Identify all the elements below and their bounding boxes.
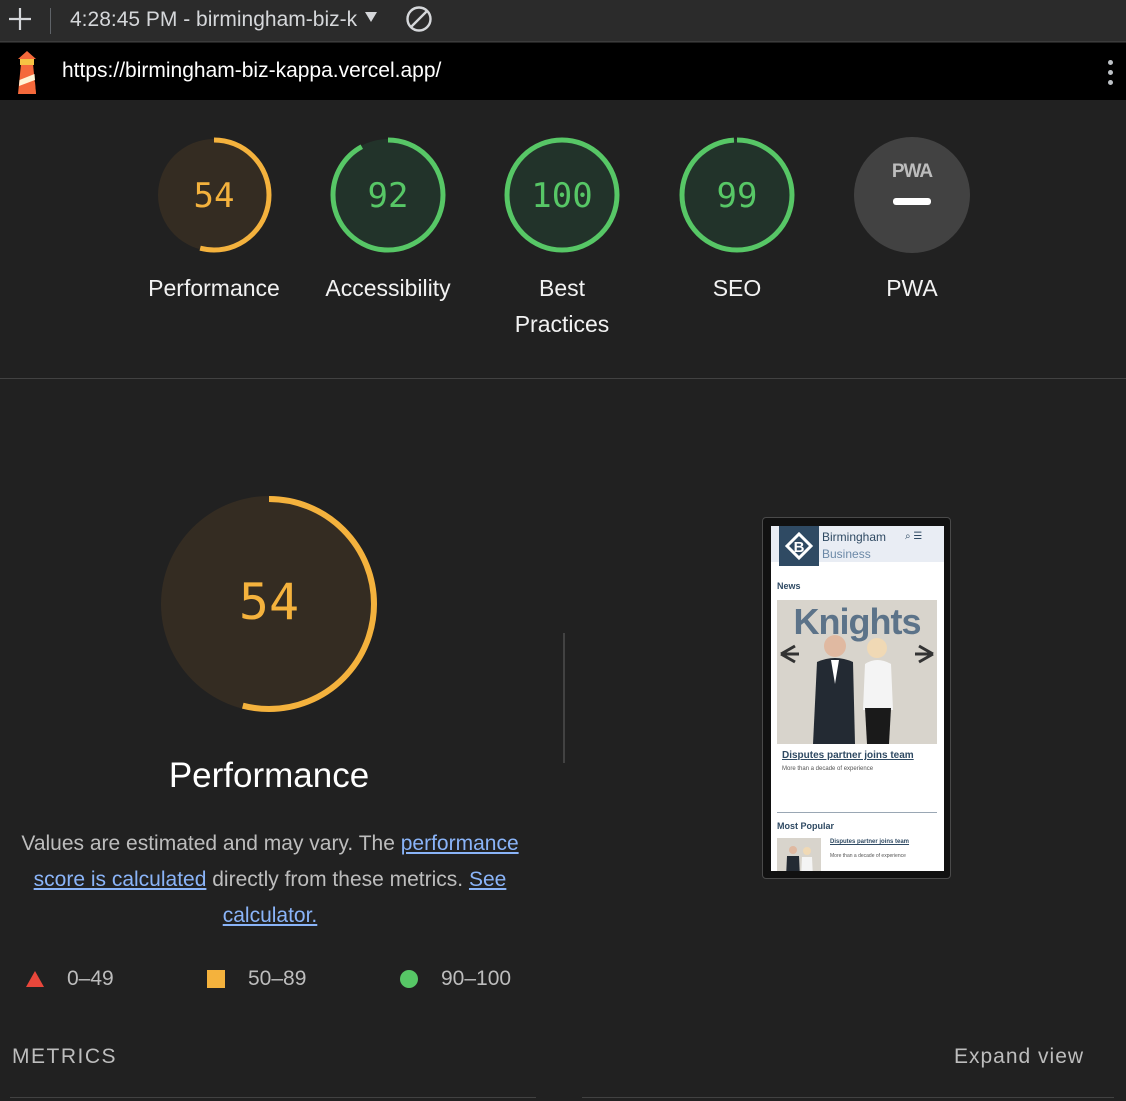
gauge-performance-ring: 54	[156, 137, 272, 253]
caret-down-icon[interactable]	[364, 10, 378, 24]
lighthouse-logo-icon	[18, 51, 36, 94]
gauge-label: Accessibility	[325, 275, 451, 301]
news-photo: Knights	[777, 600, 937, 744]
site-logo-icon: B	[779, 526, 819, 566]
thumbnail-screen: B Birmingham Business ⌕ ☰ News Knights D…	[771, 526, 944, 871]
square-icon	[207, 970, 225, 988]
gauge-score: 92	[368, 176, 409, 216]
gauge-score: 54	[194, 176, 235, 216]
gauge-pwa[interactable]: PWA PWA	[824, 134, 1000, 306]
plus-icon[interactable]	[6, 5, 34, 33]
page-screenshot-thumbnail[interactable]: B Birmingham Business ⌕ ☰ News Knights D…	[762, 517, 951, 879]
site-search-menu-icons: ⌕ ☰	[905, 531, 923, 542]
more-options-icon[interactable]	[1102, 57, 1118, 89]
legend-average: 50–89	[206, 965, 306, 993]
url-bar: https://birmingham-biz-kappa.vercel.app/	[0, 43, 1126, 100]
block-icon[interactable]	[404, 4, 434, 34]
gauge-score: 100	[531, 176, 592, 216]
devtools-toolbar: 4:28:45 PM - birmingham-biz-k	[0, 0, 1126, 42]
gauge-score: 99	[717, 176, 758, 216]
gauge-accessibility[interactable]: 92 Accessibility	[300, 134, 476, 306]
news-subline: More than a decade of experience	[782, 766, 874, 772]
desc-text: Values are estimated and may vary. The	[21, 832, 401, 855]
performance-description: Values are estimated and may vary. The p…	[8, 826, 532, 934]
gauge-best-practices-ring: 100	[504, 137, 620, 253]
site-brand-line2: Business	[822, 547, 871, 561]
gauge-accessibility-ring: 92	[330, 137, 446, 253]
performance-gauge-large: 54	[161, 496, 377, 712]
metrics-divider-right	[582, 1097, 1114, 1098]
svg-text:B: B	[794, 539, 805, 556]
triangle-icon	[26, 971, 44, 987]
gauge-label: Performance	[148, 275, 280, 301]
legend-range: 50–89	[248, 967, 307, 990]
site-divider	[777, 812, 937, 813]
gauge-seo-ring: 99	[679, 137, 795, 253]
vertical-separator	[563, 633, 565, 763]
pwa-badge-icon: PWA	[854, 137, 970, 253]
gauge-seo[interactable]: 99 SEO	[649, 134, 825, 306]
popular-subline: More than a decade of experience	[830, 853, 906, 859]
site-brand-line1: Birmingham	[822, 530, 887, 544]
performance-title: Performance	[168, 756, 370, 795]
metrics-heading: METRICS	[12, 1045, 117, 1068]
toolbar-separator	[50, 8, 51, 34]
most-popular-heading: Most Popular	[777, 821, 835, 831]
metrics-divider-left	[10, 1097, 536, 1098]
site-section-heading: News	[777, 581, 801, 591]
desc-text: directly from these metrics.	[206, 868, 469, 891]
legend-range: 0–49	[67, 967, 114, 990]
photo-sign-text: Knights	[794, 601, 921, 642]
circle-icon	[400, 970, 418, 988]
legend-fail: 0–49	[25, 965, 114, 993]
report-selector[interactable]: 4:28:45 PM - birmingham-biz-k	[70, 8, 362, 32]
gauge-performance[interactable]: 54 Performance	[126, 134, 302, 306]
legend-range: 90–100	[441, 967, 512, 990]
expand-view-button[interactable]: Expand view	[954, 1045, 1084, 1069]
popular-headline: Disputes partner joins team	[830, 839, 910, 845]
section-divider	[0, 378, 1126, 379]
pwa-badge-text: PWA	[892, 161, 934, 182]
gauge-best-practices[interactable]: 100 Best Practices	[474, 134, 650, 342]
legend-pass: 90–100	[399, 965, 511, 993]
performance-score-large: 54	[239, 573, 299, 631]
gauge-label: Best Practices	[514, 275, 610, 337]
popular-photo	[777, 838, 821, 871]
gauge-label: SEO	[712, 275, 762, 301]
gauge-label: PWA	[886, 275, 938, 301]
news-headline: Disputes partner joins team	[782, 750, 914, 761]
report-url: https://birmingham-biz-kappa.vercel.app/	[62, 59, 442, 82]
